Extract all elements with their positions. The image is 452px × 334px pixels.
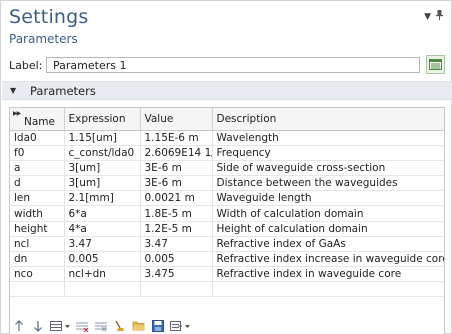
column-header-name[interactable]: ▶▶ Name bbox=[10, 108, 65, 131]
cell-expression[interactable]: 3[um] bbox=[64, 160, 141, 177]
cell-expression[interactable]: 3[um] bbox=[64, 175, 141, 192]
clear-icon[interactable] bbox=[93, 319, 109, 333]
window-subtitle: Parameters bbox=[9, 32, 78, 46]
table-row[interactable]: lda0 1.15[um] 1.15E-6 m Wavelength bbox=[10, 130, 444, 146]
cell-expression[interactable]: 2.1[mm] bbox=[64, 190, 141, 207]
column-header-expression[interactable]: Expression bbox=[64, 108, 141, 131]
parameters-table: ▶▶ Name Expression Value Description lda… bbox=[9, 107, 445, 334]
table-row[interactable]: ncl 3.47 3.47 Refractive index of GaAs bbox=[10, 236, 444, 253]
cell-expression[interactable]: 3.47 bbox=[64, 236, 141, 253]
cell-value[interactable]: 3E-6 m bbox=[140, 175, 213, 192]
cell-description[interactable]: Side of waveguide cross-section bbox=[212, 160, 444, 177]
window-controls: ▼ bbox=[424, 10, 443, 23]
cell-value[interactable]: 1.2E-5 m bbox=[140, 221, 213, 237]
section-title: Parameters bbox=[30, 83, 96, 98]
cell-name[interactable]: nco bbox=[10, 266, 65, 283]
cell-expression[interactable]: ncl+dn bbox=[64, 266, 141, 283]
cell-expression[interactable]: 6*a bbox=[64, 205, 141, 222]
save-icon[interactable] bbox=[150, 319, 166, 333]
cell-name[interactable]: height bbox=[10, 221, 65, 237]
move-up-icon[interactable] bbox=[11, 319, 27, 333]
cell-expression[interactable]: 4*a bbox=[64, 221, 141, 237]
expand-columns-icon[interactable]: ▶▶ bbox=[13, 110, 21, 117]
table-row[interactable]: f0c_const/lda02.6069E14 1/sFrequency bbox=[10, 145, 444, 161]
chevron-down-icon[interactable]: ▼ bbox=[424, 12, 431, 22]
cell-name[interactable]: f0 bbox=[10, 145, 65, 161]
parameters-section-header[interactable]: ▼ Parameters bbox=[2, 81, 452, 100]
cell-name[interactable]: d bbox=[10, 175, 65, 192]
column-header-description[interactable]: Description bbox=[212, 108, 444, 131]
cell-description[interactable]: Waveguide length bbox=[212, 190, 444, 207]
cell-description[interactable]: Height of calculation domain bbox=[212, 221, 444, 237]
label-caption: Label: bbox=[9, 58, 43, 72]
cell-description[interactable]: Wavelength bbox=[212, 130, 444, 146]
cell-name[interactable]: lda0 bbox=[10, 130, 65, 146]
empty-cell[interactable] bbox=[140, 281, 213, 298]
show-label-button[interactable] bbox=[426, 55, 445, 74]
cell-name[interactable]: ncl bbox=[10, 236, 65, 253]
label-row: Label: bbox=[9, 55, 445, 74]
cell-expression[interactable]: 0.005 bbox=[64, 251, 141, 268]
cell-value[interactable]: 3E-6 m bbox=[140, 160, 213, 177]
cell-description[interactable]: Refractive index increase in waveguide c… bbox=[212, 251, 444, 268]
window-title: Settings bbox=[9, 6, 89, 28]
empty-table-row[interactable] bbox=[10, 281, 444, 298]
cell-name[interactable]: a bbox=[10, 160, 65, 177]
cell-value[interactable]: 2.6069E14 1/s bbox=[140, 145, 213, 161]
empty-cell[interactable] bbox=[64, 281, 141, 298]
cell-value[interactable]: 3.475 bbox=[140, 266, 213, 283]
cell-description[interactable]: Frequency bbox=[212, 145, 444, 161]
cell-name[interactable]: len bbox=[10, 190, 65, 207]
table-row[interactable]: len 2.1[mm] 0.0021 m Waveguide length bbox=[10, 190, 444, 207]
table-row[interactable]: dn 0.005 0.005 Refractive index increase in… bbox=[10, 251, 444, 268]
open-folder-icon[interactable] bbox=[131, 319, 147, 333]
load-file-icon[interactable] bbox=[169, 319, 191, 333]
table-row[interactable]: width 6*a 1.8E-5 m Width of calculation dom… bbox=[10, 205, 444, 222]
table-toolbar bbox=[11, 319, 194, 333]
cell-expression[interactable]: c_const/lda0 bbox=[64, 145, 141, 161]
cell-description[interactable]: Distance between the waveguides bbox=[212, 175, 444, 192]
cell-value[interactable]: 1.8E-5 m bbox=[140, 205, 213, 222]
table-row[interactable]: nco ncl+dn 3.475 Refractive index in wavegu… bbox=[10, 266, 444, 283]
move-down-icon[interactable] bbox=[30, 319, 46, 333]
table-row[interactable]: height 4*a 1.2E-5 m Height of calculation d… bbox=[10, 221, 444, 237]
table-body: lda0 1.15[um] 1.15E-6 m Wavelength f0 c_const… bbox=[10, 130, 444, 298]
cell-value[interactable]: 0.005 bbox=[140, 251, 213, 268]
delete-row-icon[interactable] bbox=[74, 319, 90, 333]
cell-value[interactable]: 3.47 bbox=[140, 236, 213, 253]
header: Settings Parameters bbox=[9, 5, 89, 46]
table-row[interactable]: a 3[um] 3E-6 m Side of waveguide cross-sect… bbox=[10, 160, 444, 177]
column-header-label: Name bbox=[24, 115, 55, 128]
empty-cell[interactable] bbox=[212, 281, 444, 298]
cell-description[interactable]: Width of calculation domain bbox=[212, 205, 444, 222]
cell-description[interactable]: Refractive index of GaAs bbox=[212, 236, 444, 253]
add-row-icon[interactable] bbox=[49, 319, 71, 333]
settings-window: Settings Parameters ▼ Label: ▼ Parameter… bbox=[0, 0, 452, 334]
cell-value[interactable]: 0.0021 m bbox=[140, 190, 213, 207]
pin-icon[interactable] bbox=[436, 10, 443, 23]
table-header-row: ▶▶ Name Expression Value Description bbox=[10, 108, 444, 131]
label-input[interactable] bbox=[46, 57, 420, 73]
cell-name[interactable]: dn bbox=[10, 251, 65, 268]
table-row[interactable]: d 3[um] 3E-6 m Distance between the wavegui… bbox=[10, 175, 444, 192]
empty-cell[interactable] bbox=[10, 281, 65, 298]
cell-expression[interactable]: 1.15[um] bbox=[64, 130, 141, 146]
cell-description[interactable]: Refractive index in waveguide core bbox=[212, 266, 444, 283]
table-icon bbox=[429, 59, 442, 70]
cell-value[interactable]: 1.15E-6 m bbox=[140, 130, 213, 146]
column-header-value[interactable]: Value bbox=[140, 108, 213, 131]
sweep-icon[interactable] bbox=[112, 319, 128, 333]
collapse-triangle-icon[interactable]: ▼ bbox=[10, 86, 26, 95]
cell-name[interactable]: width bbox=[10, 205, 65, 222]
